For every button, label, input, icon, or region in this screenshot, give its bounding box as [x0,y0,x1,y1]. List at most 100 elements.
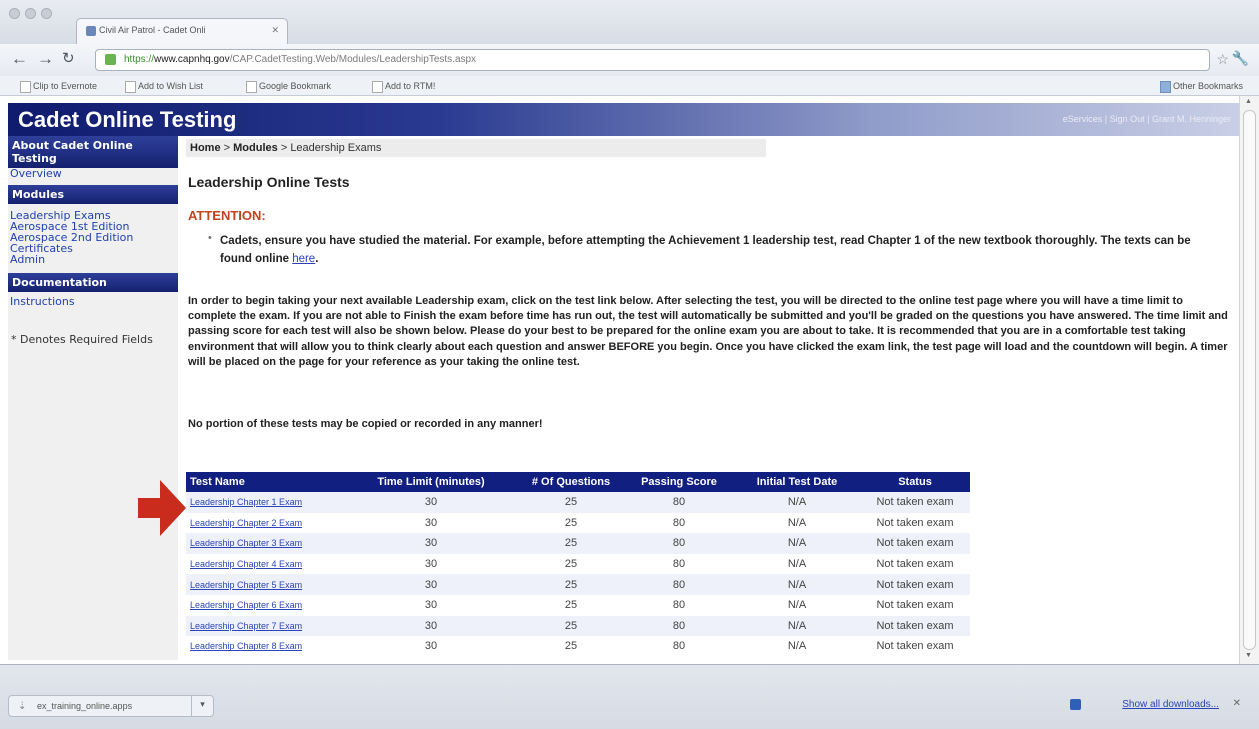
page-title: Leadership Online Tests [188,174,350,190]
download-item[interactable]: ⇣ ex_training_online.apps ▾ [8,695,214,717]
vertical-scrollbar[interactable]: ▲ ▼ [1239,96,1259,664]
show-all-downloads-link[interactable]: Show all downloads... [1122,699,1219,710]
test-link[interactable]: Leadership Chapter 7 Exam [190,621,302,631]
tab-title: Civil Air Patrol - Cadet Onli [99,25,206,35]
questions-cell: 25 [518,636,624,657]
initial-date-cell: N/A [734,574,860,595]
wrench-icon[interactable]: 🔧 [1232,50,1249,67]
time-limit-cell: 30 [344,533,518,554]
back-icon[interactable]: ← [11,49,28,69]
scroll-up-icon[interactable]: ▲ [1245,98,1252,105]
table-row: Leadership Chapter 8 Exam 30 25 80 N/A N… [186,636,970,657]
download-bar: ⇣ ex_training_online.apps ▾ Show all dow… [0,664,1259,729]
sidebar-item-admin[interactable]: Admin [8,254,178,265]
breadcrumb-separator: > [280,142,288,154]
column-header: Test Name [186,472,344,492]
close-window-icon[interactable] [9,8,20,19]
status-cell: Not taken exam [860,553,970,575]
bookmarks-bar: Clip to Evernote Add to Wish List Google… [0,76,1259,96]
initial-date-cell: N/A [734,615,860,637]
initial-date-cell: N/A [734,512,860,534]
scroll-down-icon[interactable]: ▼ [1245,652,1252,659]
passing-score-cell: 80 [624,615,734,637]
minimize-window-icon[interactable] [25,8,36,19]
test-name-cell: Leadership Chapter 1 Exam [186,492,344,513]
status-cell: Not taken exam [860,594,970,616]
column-header: # Of Questions [518,472,624,492]
sidebar-item-overview[interactable]: Overview [8,168,178,179]
breadcrumb-modules[interactable]: Modules [233,142,278,154]
questions-cell: 25 [518,574,624,595]
questions-cell: 25 [518,615,624,637]
eservices-link[interactable]: eServices [1063,114,1103,124]
download-menu-icon[interactable]: ▾ [191,696,213,716]
red-arrow-icon [138,480,186,536]
passing-score-cell: 80 [624,512,734,534]
close-download-bar-icon[interactable]: ✕ [1233,698,1241,709]
test-name-cell: Leadership Chapter 4 Exam [186,553,344,575]
bookmark-item[interactable]: Clip to Evernote [20,81,97,93]
bullet-icon: • [208,232,212,244]
initial-date-cell: N/A [734,636,860,657]
table-row: Leadership Chapter 7 Exam 30 25 80 N/A N… [186,615,970,637]
passing-score-cell: 80 [624,636,734,657]
time-limit-cell: 30 [344,574,518,595]
passing-score-cell: 80 [624,533,734,554]
url-domain: www.capnhq.gov [154,54,230,65]
breadcrumb-current: Leadership Exams [290,142,382,154]
tab-close-icon[interactable]: ✕ [271,25,279,36]
instructions-paragraph: In order to begin taking your next avail… [188,295,1228,368]
copy-warning: No portion of these tests may be copied … [188,418,543,430]
time-limit-cell: 30 [344,512,518,534]
test-name-cell: Leadership Chapter 3 Exam [186,533,344,554]
forward-icon[interactable]: → [37,49,54,69]
texts-here-link[interactable]: here [292,253,315,265]
scroll-thumb[interactable] [1243,110,1256,650]
site-banner: Cadet Online Testing eServices | Sign Ou… [8,103,1239,136]
test-link[interactable]: Leadership Chapter 8 Exam [190,641,302,651]
test-link[interactable]: Leadership Chapter 3 Exam [190,538,302,548]
reload-icon[interactable]: ↻ [62,49,75,69]
test-link[interactable]: Leadership Chapter 1 Exam [190,497,302,507]
browser-tab[interactable]: Civil Air Patrol - Cadet Onli ✕ [76,18,288,44]
sidebar-item-instructions[interactable]: Instructions [8,296,178,307]
test-name-cell: Leadership Chapter 6 Exam [186,594,344,616]
breadcrumb-separator: > [223,142,231,154]
time-limit-cell: 30 [344,636,518,657]
sidebar-heading-about: About Cadet Online Testing [8,136,178,168]
status-cell: Not taken exam [860,492,970,513]
bookmark-item[interactable]: Add to Wish List [125,81,203,93]
test-name-cell: Leadership Chapter 8 Exam [186,636,344,657]
tests-table: Test Name Time Limit (minutes) # Of Ques… [186,472,970,657]
initial-date-cell: N/A [734,533,860,554]
breadcrumb-home[interactable]: Home [190,142,221,154]
test-link[interactable]: Leadership Chapter 4 Exam [190,559,302,569]
test-link[interactable]: Leadership Chapter 5 Exam [190,580,302,590]
test-name-cell: Leadership Chapter 2 Exam [186,512,344,534]
sidebar-heading-documentation: Documentation [8,273,178,292]
sign-out-link[interactable]: Sign Out [1110,114,1145,124]
passing-score-cell: 80 [624,594,734,616]
passing-score-cell: 80 [624,553,734,575]
questions-cell: 25 [518,533,624,554]
bookmark-star-icon[interactable]: ☆ [1216,51,1229,68]
address-bar[interactable]: https://www.capnhq.gov/CAP.CadetTesting.… [95,49,1210,71]
table-row: Leadership Chapter 4 Exam 30 25 80 N/A N… [186,553,970,575]
table-row: Leadership Chapter 6 Exam 30 25 80 N/A N… [186,594,970,616]
bookmark-item[interactable]: Google Bookmark [246,81,331,93]
table-row: Leadership Chapter 1 Exam 30 25 80 N/A N… [186,492,970,513]
test-name-cell: Leadership Chapter 5 Exam [186,574,344,595]
zoom-window-icon[interactable] [41,8,52,19]
required-fields-note: * Denotes Required Fields [11,333,153,346]
table-header-row: Test Name Time Limit (minutes) # Of Ques… [186,472,970,492]
attention-body: Cadets, ensure you have studied the mate… [220,235,1191,265]
attention-end: . [315,253,319,265]
table-row: Leadership Chapter 5 Exam 30 25 80 N/A N… [186,574,970,595]
test-link[interactable]: Leadership Chapter 6 Exam [190,600,302,610]
test-name-cell: Leadership Chapter 7 Exam [186,615,344,637]
bookmark-item[interactable]: Add to RTM! [372,81,435,93]
other-bookmarks[interactable]: Other Bookmarks [1160,81,1243,93]
test-link[interactable]: Leadership Chapter 2 Exam [190,518,302,528]
status-cell: Not taken exam [860,533,970,554]
initial-date-cell: N/A [734,553,860,575]
